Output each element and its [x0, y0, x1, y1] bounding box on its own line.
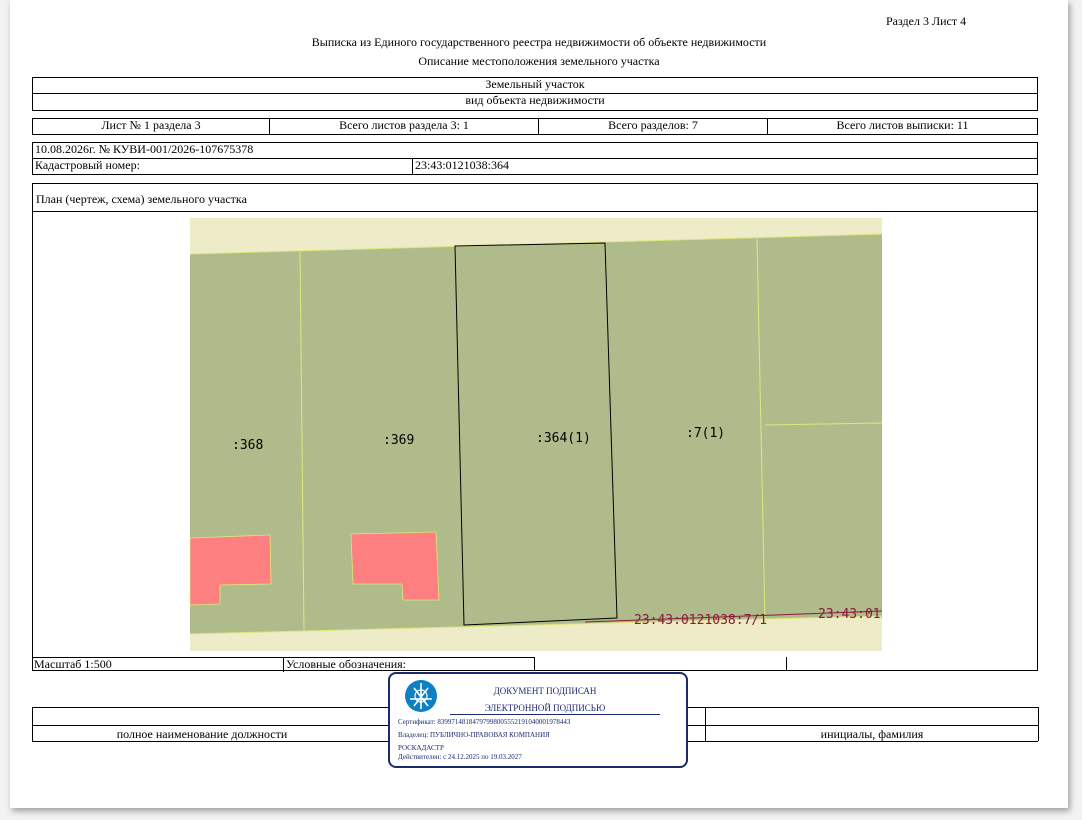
stamp-certificate: Сертификат: 8399714818479799800555219104… [398, 718, 571, 726]
cadastral-number-label: Кадастровый номер: [32, 158, 413, 175]
document-page: Раздел 3 Лист 4 Выписка из Единого госуд… [10, 0, 1068, 808]
legend-divider-2 [786, 657, 787, 671]
parcel-label-369: :369 [383, 433, 414, 448]
scale-label: Масштаб 1:500 [32, 657, 284, 672]
total-extract-sheets: Всего листов выписки: 11 [767, 118, 1038, 135]
plan-title: План (чертеж, схема) земельного участка [36, 192, 247, 206]
legend-divider-1 [534, 657, 535, 671]
parcel-label-364: :364(1) [536, 431, 591, 446]
e-signature-stamp: ДОКУМЕНТ ПОДПИСАН ЭЛЕКТРОННОЙ ПОДПИСЬЮ С… [388, 672, 688, 768]
parcel-label-368: :368 [232, 438, 263, 453]
object-type-caption: вид объекта недвижимости [32, 93, 1038, 111]
cadastral-number-value: 23:43:0121038:364 [412, 158, 1038, 175]
record-date-number: 10.08.2026г. № КУВИ-001/2026-107675378 [32, 142, 1038, 159]
position-caption: полное наименование должности [116, 727, 288, 741]
stamp-rule [450, 714, 660, 715]
e-signature-emblem-icon [405, 680, 437, 712]
document-title: Выписка из Единого государственного реес… [311, 35, 767, 49]
section-sheet-label: Раздел 3 Лист 4 [886, 14, 967, 28]
stamp-owner: Владелец: ПУБЛИЧНО-ПРАВОВАЯ КОМПАНИЯ [398, 731, 550, 739]
legend-label: Условные обозначения: [283, 657, 535, 672]
sheet-of-section: Лист № 1 раздела 3 [32, 118, 270, 135]
stamp-line-2: ЭЛЕКТРОННОЙ ПОДПИСЬЮ [484, 703, 606, 713]
stamp-owner-2: РОСКАДАСТР [398, 744, 444, 752]
stamp-line-1: ДОКУМЕНТ ПОДПИСАН [493, 686, 597, 696]
cadastral-map: :368 :369 :364(1) :7(1) 23:43:0121038:7/… [190, 218, 882, 651]
plan-title-divider [32, 211, 1038, 212]
signature-table-right [1038, 707, 1039, 741]
total-section-sheets: Всего листов раздела 3: 1 [269, 118, 539, 135]
stamp-valid: Действителен: с 24.12.2025 по 19.03.2027 [398, 753, 522, 761]
total-sections: Всего разделов: 7 [538, 118, 768, 135]
map-svg: :368 :369 :364(1) :7(1) 23:43:0121038:7/… [190, 218, 882, 651]
parcel-label-7: :7(1) [686, 426, 725, 441]
initials-caption: инициалы, фамилия [820, 727, 924, 741]
cadastral-label-7-1: 23:43:0121038:7/1 [634, 613, 767, 628]
document-subtitle: Описание местоположения земельного участ… [418, 54, 660, 68]
cadastral-label-truncated: 23:43:012 [818, 607, 882, 622]
object-type: Земельный участок [32, 77, 1038, 94]
